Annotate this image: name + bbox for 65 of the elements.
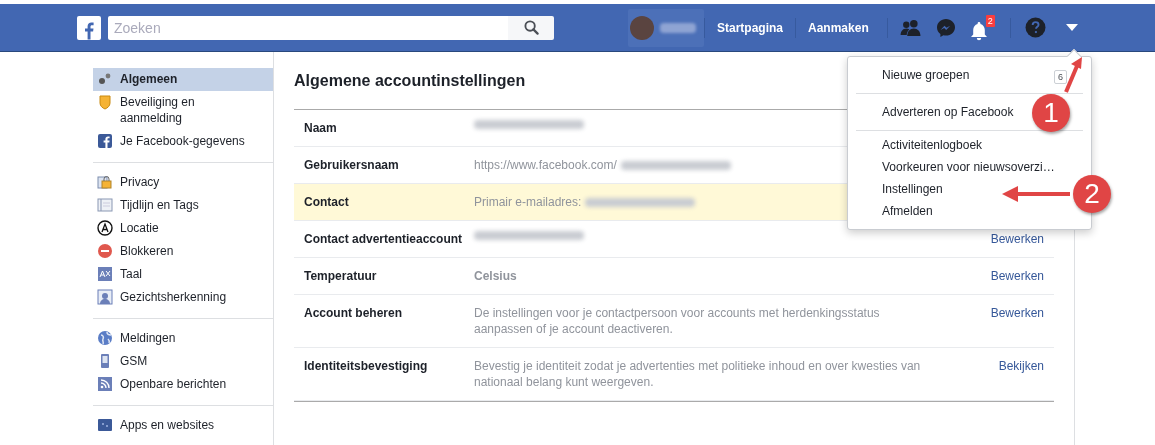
edit-link[interactable]: Bewerken [990, 305, 1044, 321]
rss-feed-icon [97, 376, 113, 392]
setting-value: Primair e-mailadres: [474, 194, 582, 210]
setting-label: Identiteitsbevestiging [304, 358, 429, 374]
setting-label: Contact advertentieaccount [304, 231, 464, 247]
profile-button[interactable] [628, 8, 704, 47]
sidebar-item[interactable]: Locatie [93, 217, 273, 240]
search-field[interactable]: Zoeken [108, 15, 508, 40]
sidebar-item[interactable]: GSM [93, 350, 273, 373]
bell-icon [969, 21, 988, 41]
apps-icon [97, 417, 113, 433]
help-icon[interactable] [1024, 17, 1046, 38]
sidebar-item[interactable]: Privacy [93, 171, 273, 194]
sidebar-item[interactable]: Algemeen [93, 68, 273, 91]
setting-label: Temperatuur [304, 268, 378, 284]
padlock-icon [97, 174, 113, 190]
face-frame-icon [97, 289, 113, 305]
menu-item[interactable]: Voorkeuren voor nieuwsoverzi… [882, 156, 1055, 178]
sidebar-item[interactable]: Blokkeren [93, 240, 273, 263]
count-badge: 6 [1054, 70, 1067, 84]
f-letter-icon [84, 20, 94, 40]
edit-link[interactable]: Bewerken [990, 268, 1044, 284]
timeline-icon [97, 197, 113, 213]
sidebar-item[interactable]: Openbare berichten [93, 373, 273, 396]
setting-value: https://www.facebook.com/ [474, 157, 617, 173]
setting-label: Naam [304, 120, 338, 136]
settings-row[interactable]: Account beheren De instellingen voor je contactpersoon voor accounts met herdenkingsstatus aanpassen of je account deactiveren. Bewerken [294, 295, 1054, 348]
translate-icon [97, 266, 113, 282]
setting-label: Gebruikersnaam [304, 157, 400, 173]
sidebar-item[interactable]: Meldingen [93, 327, 273, 350]
friends-icon[interactable] [899, 19, 922, 36]
settings-row[interactable]: Identiteitsbevestiging Bevestig je identiteit zodat je advertenties met politieke inhoud en over kwesties van nationaal belang kunt weergeven. Bekijken [294, 348, 1054, 401]
sidebar-item[interactable]: Je Facebook-gegevens [93, 130, 273, 153]
setting-label: Account beheren [304, 305, 403, 321]
redacted-name [660, 22, 696, 33]
settings-row[interactable]: Temperatuur Celsius Bewerken [294, 258, 1054, 295]
sidebar-item[interactable]: Apps en websites [93, 414, 273, 437]
facebook-logo-icon [97, 133, 113, 149]
no-entry-icon [97, 243, 113, 259]
messenger-icon[interactable] [935, 17, 956, 38]
sidebar-item[interactable]: Tijdlijn en Tags [93, 194, 273, 217]
edit-link[interactable]: Bekijken [998, 358, 1044, 374]
notification-count: 2 [984, 14, 996, 28]
step-number-callout: 2 [1073, 175, 1111, 213]
callout-arrow [1002, 185, 1072, 203]
globe-icon [97, 330, 113, 346]
search-button[interactable] [508, 15, 554, 40]
search-icon [523, 20, 539, 35]
setting-value: De instellingen voor je contactpersoon voor accounts met herdenkingsstatus aanpassen of je account deactiveren. [474, 305, 881, 337]
shield-icon [97, 94, 113, 110]
avatar-circle [630, 15, 654, 40]
sidebar-item[interactable]: Beveiliging en aanmelding [93, 91, 273, 130]
nav-link[interactable]: Aanmaken [795, 17, 881, 38]
sidebar-item[interactable]: Taal [93, 263, 273, 286]
nav-link[interactable]: Startpagina [704, 17, 795, 38]
sidebar-item[interactable]: Gezichtsherkenning [93, 286, 273, 309]
menu-item[interactable]: Afmelden [882, 200, 933, 222]
setting-value: Bevestig je identiteit zodat je advertenties met politieke inhoud en over kwesties van nationaal belang kunt weergeven. [474, 358, 922, 390]
setting-label: Contact [304, 194, 350, 210]
setting-value: Celsius [474, 268, 517, 284]
caret-down-icon[interactable] [1065, 23, 1078, 32]
facebook-logo-icon[interactable] [77, 15, 101, 40]
edit-link[interactable]: Bewerken [990, 231, 1044, 247]
notifications-button[interactable]: 2 [969, 14, 996, 41]
location-icon [97, 220, 113, 236]
